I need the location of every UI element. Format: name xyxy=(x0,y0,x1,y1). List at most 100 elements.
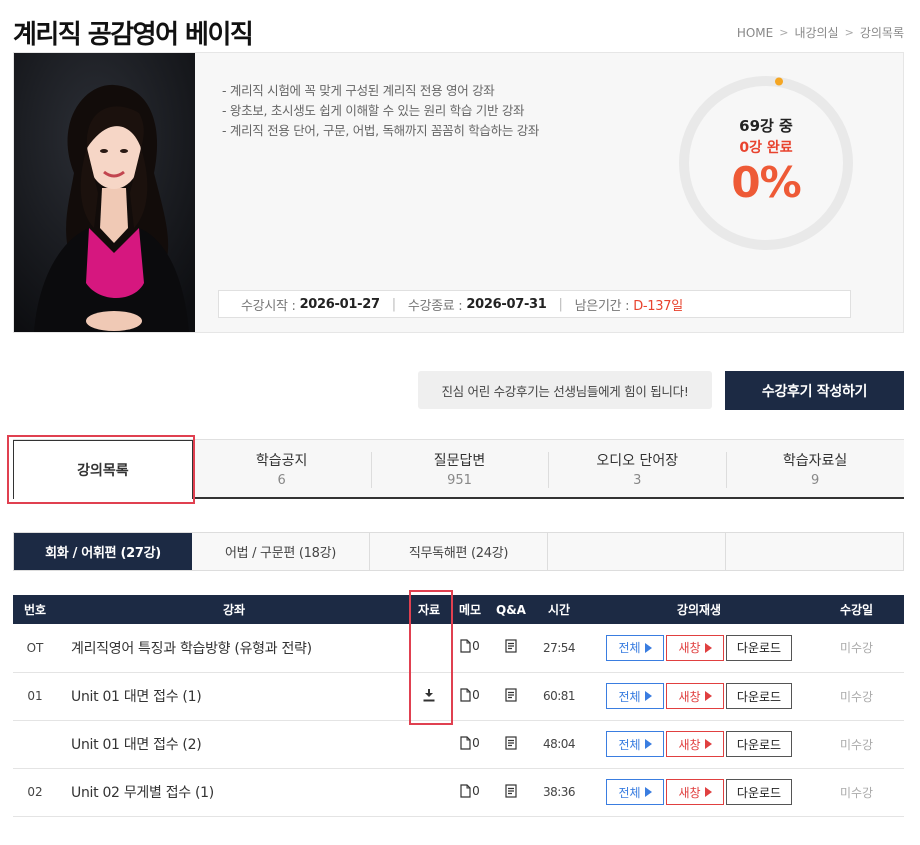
memo-count: 0 xyxy=(472,639,480,654)
tab-label: 학습공지 xyxy=(255,452,308,469)
subtab-reading[interactable]: 직무독해편 (24강) xyxy=(370,533,548,570)
lecture-title[interactable]: 계리직영어 특징과 학습방향 (유형과 전략) xyxy=(57,624,411,673)
header-qna: Q&A xyxy=(493,595,529,624)
tab-materials[interactable]: 학습자료실 9 xyxy=(726,440,904,497)
subtab-empty xyxy=(726,533,903,570)
chevron-right-icon: > xyxy=(844,26,854,39)
file-cell xyxy=(411,624,447,673)
qna-cell[interactable] xyxy=(493,768,529,817)
tab-count: 9 xyxy=(810,472,820,488)
button-label: 새창 xyxy=(678,737,701,752)
lecture-time: 60:81 xyxy=(529,672,589,721)
subtab-conversation[interactable]: 회화 / 어휘편 (27강) xyxy=(14,533,192,570)
description-line: - 왕초보, 초시생도 쉽게 이해할 수 있는 원리 학습 기반 강좌 xyxy=(222,103,525,118)
download-icon[interactable] xyxy=(422,688,436,702)
breadcrumb: HOME > 내강의실 > 강의목록 xyxy=(737,24,904,41)
download-button[interactable]: 다운로드 xyxy=(726,634,792,661)
course-info-box: - 계리직 시험에 꼭 맞게 구성된 계리직 전용 영어 강좌 - 왕초보, 초… xyxy=(13,52,904,333)
header-status: 수강일 xyxy=(809,595,904,624)
header-memo: 메모 xyxy=(447,595,493,624)
lecture-title[interactable]: Unit 01 대면 접수 (2) xyxy=(57,720,411,769)
button-label: 전체 xyxy=(618,737,641,752)
qna-icon xyxy=(505,735,517,750)
lecture-title[interactable]: Unit 01 대면 접수 (1) xyxy=(57,672,411,721)
divider: | xyxy=(558,296,563,312)
description-line: - 계리직 시험에 꼭 맞게 구성된 계리직 전용 영어 강좌 xyxy=(222,83,495,98)
remain-value: D-137일 xyxy=(633,298,683,314)
memo-cell[interactable]: 0 xyxy=(447,672,493,721)
course-description: - 계리직 시험에 꼭 맞게 구성된 계리직 전용 영어 강좌 - 왕초보, 초… xyxy=(222,81,539,141)
breadcrumb-home[interactable]: HOME xyxy=(737,26,773,40)
progress-total: 69강 중 xyxy=(739,117,793,135)
end-date: 2026-07-31 xyxy=(466,296,547,312)
play-all-button[interactable]: 전체 xyxy=(606,731,664,757)
table-row: OT 계리직영어 특징과 학습방향 (유형과 전략) 0 27:54 전체 새창 다… xyxy=(13,624,904,673)
download-button[interactable]: 다운로드 xyxy=(726,731,792,757)
lecture-number: 01 xyxy=(13,672,57,721)
breadcrumb-my-classroom[interactable]: 내강의실 xyxy=(794,24,838,41)
play-cell: 전체 새창 다운로드 xyxy=(589,672,809,721)
lecture-number: 02 xyxy=(13,768,57,817)
play-new-window-button[interactable]: 새창 xyxy=(666,634,724,661)
memo-cell[interactable]: 0 xyxy=(447,768,493,817)
play-new-window-button[interactable]: 새창 xyxy=(666,731,724,757)
qna-cell[interactable] xyxy=(493,672,529,721)
tab-count: 6 xyxy=(277,472,286,488)
enrollment-period: 수강시작 : 2026-01-27 | 수강종료 : 2026-07-31 | … xyxy=(218,290,851,318)
review-note: 진심 어린 수강후기는 선생님들에게 힘이 됩니다! xyxy=(418,371,712,409)
memo-count: 0 xyxy=(472,735,480,750)
lecture-status: 미수강 xyxy=(809,624,904,673)
download-button[interactable]: 다운로드 xyxy=(726,779,792,805)
lecture-number xyxy=(13,720,57,769)
qna-cell[interactable] xyxy=(493,720,529,769)
lecture-status: 미수강 xyxy=(809,720,904,769)
play-cell: 전체 새창 다운로드 xyxy=(589,768,809,817)
tab-label: 강의목록 xyxy=(77,463,129,479)
memo-cell[interactable]: 0 xyxy=(447,624,493,673)
lecture-time: 38:36 xyxy=(529,768,589,817)
chevron-right-icon: > xyxy=(779,26,789,39)
tab-audio-vocab[interactable]: 오디오 단어장 3 xyxy=(548,440,726,497)
qna-icon xyxy=(505,639,517,653)
tab-notice[interactable]: 학습공지 6 xyxy=(193,440,371,497)
table-row: 02 Unit 02 무게별 접수 (1) 0 38:36 전체 새창 다운로드 미… xyxy=(13,768,904,817)
breadcrumb-current: 강의목록 xyxy=(859,26,904,40)
button-label: 전체 xyxy=(618,641,641,656)
play-all-button[interactable]: 전체 xyxy=(606,779,664,805)
page-title: 계리직 공감영어 베이직 xyxy=(13,20,254,50)
tab-label: 질문답변 xyxy=(433,452,486,469)
memo-cell[interactable]: 0 xyxy=(447,720,493,769)
tab-label: 오디오 단어장 xyxy=(596,452,679,469)
qna-icon xyxy=(505,687,517,702)
write-review-button[interactable]: 수강후기 작성하기 xyxy=(725,371,904,410)
start-label: 수강시작 : xyxy=(241,298,296,314)
play-all-button[interactable]: 전체 xyxy=(606,683,664,709)
qna-cell[interactable] xyxy=(493,624,529,673)
button-label: 새창 xyxy=(678,689,701,704)
play-all-button[interactable]: 전체 xyxy=(606,634,664,661)
header-play: 강의재생 xyxy=(589,595,809,624)
tab-count: 951 xyxy=(447,472,472,488)
tab-label: 학습자료실 xyxy=(782,452,848,469)
play-new-window-button[interactable]: 새창 xyxy=(666,683,724,709)
table-header: 번호 강좌 자료 메모 Q&A 시간 강의재생 수강일 xyxy=(13,595,904,624)
download-button[interactable]: 다운로드 xyxy=(726,683,792,709)
progress-done: 0강 완료 xyxy=(739,140,793,156)
file-cell xyxy=(411,768,447,817)
memo-icon xyxy=(460,783,471,798)
button-label: 전체 xyxy=(618,785,641,800)
end-label: 수강종료 : xyxy=(407,298,463,314)
progress-percent: 0% xyxy=(731,158,801,207)
memo-count: 0 xyxy=(472,687,480,702)
play-new-window-button[interactable]: 새창 xyxy=(666,779,724,805)
lecture-table: 번호 강좌 자료 메모 Q&A 시간 강의재생 수강일 OT 계리직영어 특징과… xyxy=(13,595,904,817)
tab-lecture-list[interactable]: 강의목록 xyxy=(13,440,193,499)
lecture-title[interactable]: Unit 02 무게별 접수 (1) xyxy=(57,768,411,817)
table-row: 01 Unit 01 대면 접수 (1) 0 60:81 전체 새창 다운로드 미수… xyxy=(13,672,904,721)
lecture-time: 48:04 xyxy=(529,720,589,769)
tab-qna[interactable]: 질문답변 951 xyxy=(370,440,549,497)
progress-indicator-dot xyxy=(775,77,783,86)
subtab-grammar[interactable]: 어법 / 구문편 (18강) xyxy=(192,533,370,570)
button-label: 새창 xyxy=(678,641,701,656)
play-cell: 전체 새창 다운로드 xyxy=(589,624,809,673)
